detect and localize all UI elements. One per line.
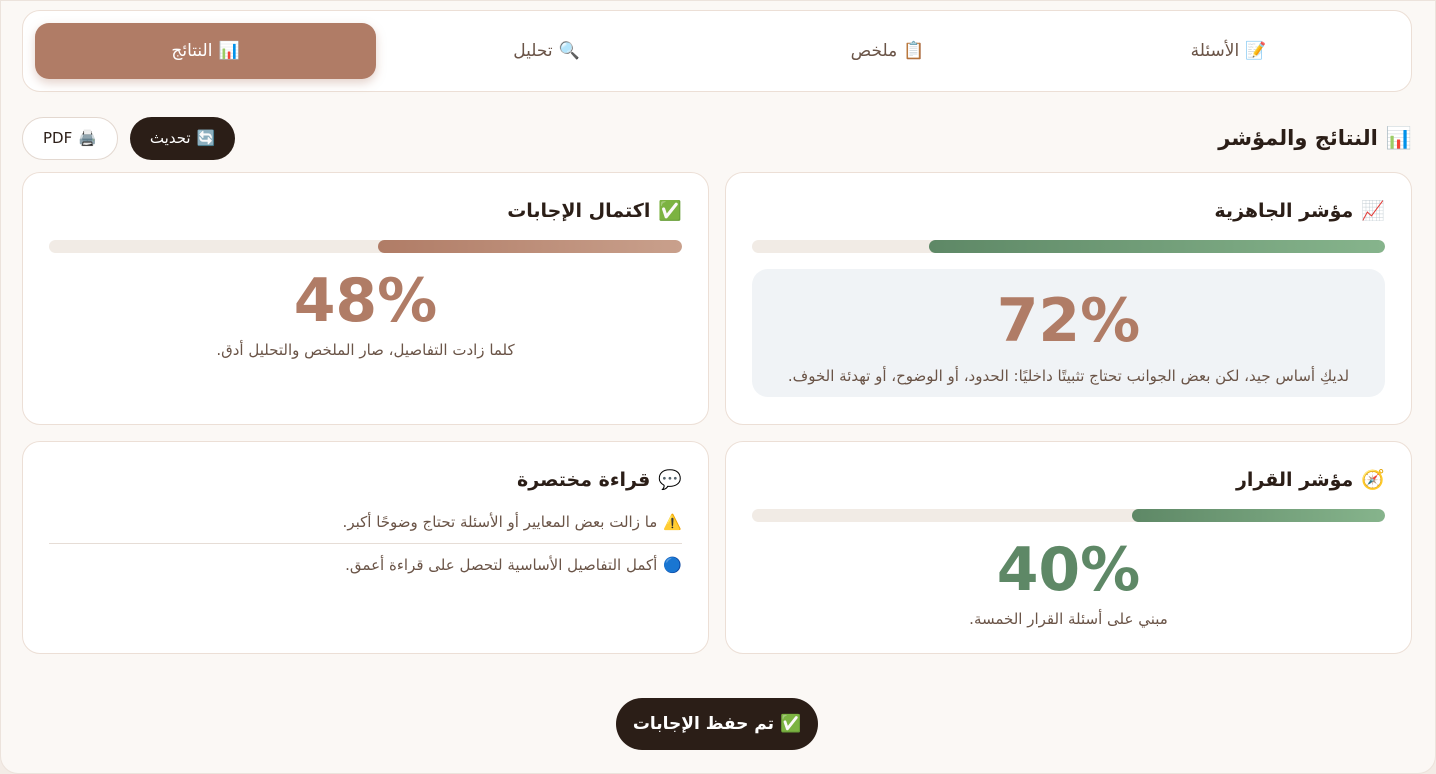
completion-description: كلما زادت التفاصيل، صار الملخص والتحليل …: [216, 341, 515, 359]
decision-title: مؤشر القرار: [1235, 468, 1354, 491]
trend-up-icon: 📈: [1361, 200, 1385, 222]
readiness-progress-fill: [929, 240, 1385, 253]
readiness-panel: 72% لديكِ أساس جيد، لكن بعض الجوانب تحتا…: [752, 269, 1385, 397]
refresh-label: تحديث: [149, 129, 191, 147]
tab-label: الأسئلة: [1190, 41, 1240, 61]
tab-label: النتائج: [171, 41, 213, 61]
pdf-button[interactable]: 🖨️ PDF: [22, 116, 118, 160]
section-header: 📊 النتائج والمؤشر 🔄 تحديث 🖨️ PDF: [22, 116, 1412, 160]
list-item: 🔵 أكمل التفاصيل الأساسية لتحصل على قراءة…: [49, 544, 682, 586]
refresh-icon: 🔄: [196, 129, 216, 147]
card-title: ✅ اكتمال الإجابات: [49, 199, 682, 223]
header-actions: 🔄 تحديث 🖨️ PDF: [22, 116, 236, 160]
readiness-card: 📈 مؤشر الجاهزية 72% لديكِ أساس جيد، لكن …: [725, 172, 1412, 425]
decision-value: 40%: [996, 535, 1141, 605]
bar-chart-icon: 📊: [218, 41, 240, 61]
refresh-button[interactable]: 🔄 تحديث: [129, 116, 236, 160]
card-title: 📈 مؤشر الجاهزية: [752, 199, 1385, 223]
decision-card: 🧭 مؤشر القرار 40% مبني على أسئلة القرار …: [725, 441, 1412, 654]
check-icon: ✅: [780, 714, 802, 734]
reading-card: 💬 قراءة مختصرة ⚠️ ما زالت بعض المعايير أ…: [22, 441, 709, 654]
tab-analysis[interactable]: 🔍 تحليل: [376, 23, 717, 79]
speech-bubble-icon: 💬: [658, 469, 682, 491]
tab-label: ملخص: [850, 41, 898, 61]
decision-progress-bar: [752, 509, 1385, 522]
compass-icon: 🧭: [1361, 469, 1385, 491]
check-icon: ✅: [658, 200, 682, 222]
save-label: تم حفظ الإجابات: [632, 714, 775, 734]
card-title: 🧭 مؤشر القرار: [752, 468, 1385, 492]
save-answers-button[interactable]: ✅ تم حفظ الإجابات: [616, 698, 818, 750]
tab-label: تحليل: [513, 41, 553, 61]
memo-icon: 📝: [1245, 41, 1267, 61]
reading-title: قراءة مختصرة: [517, 468, 651, 491]
tab-summary[interactable]: 📋 ملخص: [717, 23, 1058, 79]
readiness-description: لديكِ أساس جيد، لكن بعض الجوانب تحتاج تث…: [787, 367, 1350, 385]
card-title: 💬 قراءة مختصرة: [49, 468, 682, 492]
decision-description: مبني على أسئلة القرار الخمسة.: [969, 610, 1168, 628]
blue-circle-icon: 🔵: [663, 556, 682, 574]
reading-list: ⚠️ ما زالت بعض المعايير أو الأسئلة تحتاج…: [49, 501, 682, 586]
decision-progress-fill: [1131, 509, 1385, 522]
tab-questions[interactable]: 📝 الأسئلة: [1058, 23, 1399, 79]
completion-value: 48%: [293, 266, 438, 336]
readiness-value: 72%: [996, 286, 1141, 356]
pdf-label: PDF: [43, 129, 73, 147]
reading-item-text: أكمل التفاصيل الأساسية لتحصل على قراءة أ…: [345, 556, 658, 574]
clipboard-icon: 📋: [903, 41, 925, 61]
bar-chart-icon: 📊: [1385, 125, 1412, 150]
completion-card: ✅ اكتمال الإجابات 48% كلما زادت التفاصيل…: [22, 172, 709, 425]
completion-progress-fill: [378, 240, 682, 253]
results-page: 📝 الأسئلة 📋 ملخص 🔍 تحليل 📊 النتائج 📊 الن…: [0, 0, 1436, 774]
readiness-title: مؤشر الجاهزية: [1214, 199, 1354, 222]
list-item: ⚠️ ما زالت بعض المعايير أو الأسئلة تحتاج…: [49, 501, 682, 543]
readiness-progress-bar: [752, 240, 1385, 253]
tab-results[interactable]: 📊 النتائج: [35, 23, 376, 79]
completion-progress-bar: [49, 240, 682, 253]
page-title-text: النتائج والمؤشر: [1218, 126, 1378, 150]
warning-icon: ⚠️: [663, 513, 682, 531]
completion-title: اكتمال الإجابات: [507, 199, 651, 222]
page-title: 📊 النتائج والمؤشر: [1218, 126, 1412, 151]
reading-item-text: ما زالت بعض المعايير أو الأسئلة تحتاج وض…: [342, 513, 658, 531]
tab-bar: 📝 الأسئلة 📋 ملخص 🔍 تحليل 📊 النتائج: [22, 10, 1412, 92]
magnifier-icon: 🔍: [558, 41, 580, 61]
printer-icon: 🖨️: [78, 129, 97, 147]
